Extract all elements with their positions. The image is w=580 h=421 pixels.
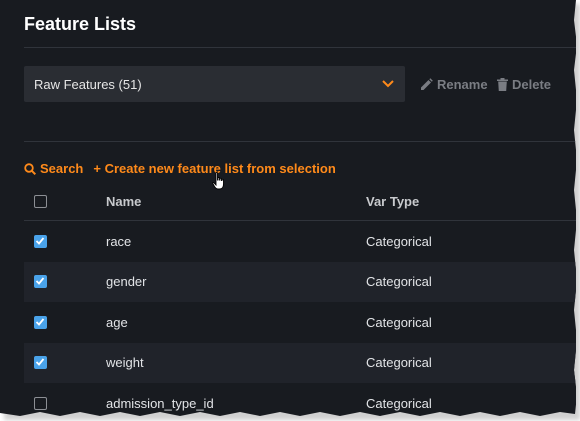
feature-var-type: Categorical <box>366 233 432 249</box>
delete-button[interactable]: Delete <box>497 77 551 92</box>
pencil-icon <box>421 78 433 90</box>
divider <box>24 141 576 142</box>
feature-var-type: Categorical <box>366 395 432 411</box>
feature-list-select[interactable]: Raw Features (51) <box>24 66 405 102</box>
row-checkbox[interactable] <box>34 275 47 289</box>
trash-icon <box>497 78 508 91</box>
table-row[interactable]: age Categorical <box>24 302 576 343</box>
select-all-checkbox[interactable] <box>34 195 47 208</box>
row-checkbox[interactable] <box>34 315 47 329</box>
feature-var-type: Categorical <box>366 314 432 330</box>
feature-name: admission_type_id <box>106 395 214 411</box>
chevron-down-icon <box>382 80 394 88</box>
rename-button[interactable]: Rename <box>420 77 488 92</box>
feature-var-type: Categorical <box>366 274 432 290</box>
search-icon <box>24 162 36 175</box>
divider <box>24 47 576 48</box>
table-row[interactable]: admission_type_id Categorical <box>24 383 576 416</box>
feature-name: weight <box>106 355 144 371</box>
row-checkbox[interactable] <box>34 396 47 410</box>
feature-var-type: Categorical <box>366 355 432 371</box>
feature-name: age <box>106 314 128 330</box>
row-checkbox[interactable] <box>34 234 47 248</box>
column-header-var-type[interactable]: Var Type <box>366 194 576 209</box>
feature-lists-panel: Feature Lists Raw Features (51) Rename D… <box>0 0 576 416</box>
selection-toolbar: Search + Create new feature list from se… <box>24 161 336 176</box>
rename-label: Rename <box>437 77 488 92</box>
search-label: Search <box>40 161 84 176</box>
features-table: Name Var Type race Categorical gender Ca… <box>24 183 576 416</box>
page-title: Feature Lists <box>24 14 137 34</box>
feature-name: gender <box>106 274 147 290</box>
table-row[interactable]: gender Categorical <box>24 261 576 302</box>
search-button[interactable]: Search <box>24 161 83 176</box>
row-checkbox[interactable] <box>34 356 47 370</box>
table-header: Name Var Type <box>24 183 576 221</box>
feature-name: race <box>106 233 132 249</box>
table-row[interactable]: weight Categorical <box>24 342 576 383</box>
column-header-name[interactable]: Name <box>106 194 366 209</box>
delete-label: Delete <box>512 77 552 92</box>
feature-list-select-value: Raw Features (51) <box>34 76 142 92</box>
table-row[interactable]: race Categorical <box>24 221 576 262</box>
